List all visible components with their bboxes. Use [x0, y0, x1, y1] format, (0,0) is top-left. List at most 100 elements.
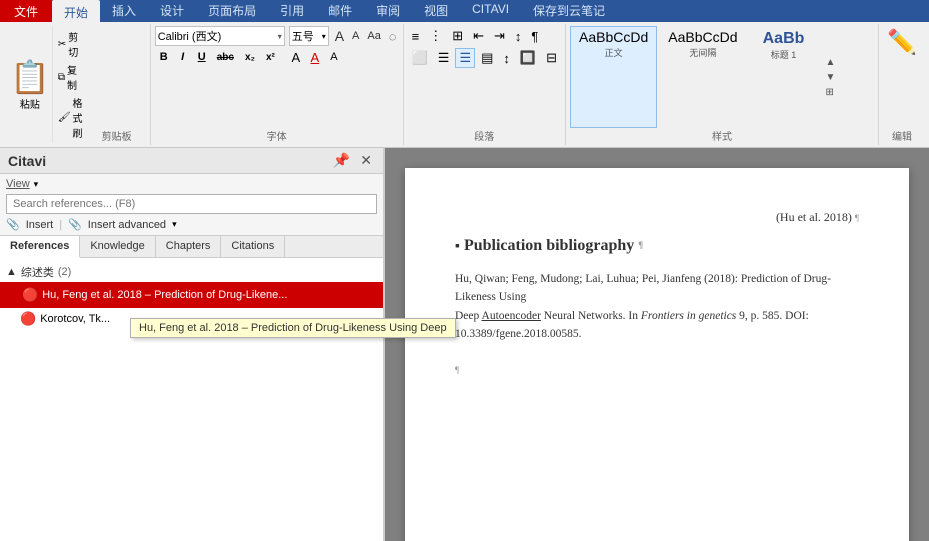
citavi-controls: 📌 ✕: [330, 152, 375, 169]
view-label[interactable]: View: [6, 178, 30, 190]
citavi-header: Citavi 📌 ✕: [0, 148, 383, 174]
empty-para-mark: ¶: [455, 365, 459, 375]
category-row[interactable]: ▲ 综述类 (2): [0, 262, 383, 282]
editing-group: ✏️ 编辑: [879, 24, 925, 145]
tab-citavi[interactable]: CITAVI: [460, 0, 521, 25]
format-painter-button[interactable]: 🖌 格式刷: [55, 94, 86, 141]
font-row2: B I U abc x₂ x² A A A: [155, 48, 399, 66]
copy-button[interactable]: ⧉ 复制: [55, 61, 86, 93]
shading-button[interactable]: A: [325, 48, 343, 66]
paste-icon: 📋: [10, 58, 50, 96]
tab-cloud[interactable]: 保存到云笔记: [521, 0, 617, 25]
para-row1: ≡ ⋮ ⊞ ⇤ ⇥ ↕ ¶: [408, 26, 561, 46]
case-button[interactable]: Aa: [365, 30, 382, 42]
styles-down-icon[interactable]: ▼: [823, 71, 839, 84]
align-justify-button[interactable]: ☰: [455, 48, 475, 68]
document-page[interactable]: (Hu et al. 2018) ¶ Publication bibliogra…: [405, 168, 909, 541]
tab-insert[interactable]: 插入: [100, 0, 148, 25]
borders-button[interactable]: ⊟: [542, 48, 561, 68]
ref-text-1: Korotcov, Tk...: [40, 313, 110, 325]
font-name-dropdown-icon[interactable]: ▾: [278, 32, 282, 41]
citation-line: (Hu et al. 2018) ¶: [455, 208, 859, 226]
tab-view[interactable]: 视图: [412, 0, 460, 25]
insert-adv-dropdown-icon[interactable]: ▾: [172, 219, 177, 230]
view-dropdown-icon[interactable]: ▾: [34, 179, 39, 190]
font-grow-button[interactable]: A: [333, 28, 346, 44]
bullets-button[interactable]: ≡: [408, 27, 424, 46]
underline-button[interactable]: U: [193, 49, 211, 65]
styles-scroll[interactable]: ▲ ▼ ⊞: [821, 26, 841, 128]
style-heading1-label: 标题 1: [771, 48, 797, 61]
subscript-button[interactable]: x₂: [240, 50, 260, 65]
align-right-button[interactable]: ▤: [477, 48, 497, 68]
bold-button[interactable]: B: [155, 49, 173, 65]
style-normal[interactable]: AaBbCcDd 正文: [570, 26, 657, 128]
superscript-button[interactable]: x²: [261, 50, 280, 65]
clipboard-sub: ✂ 剪切 ⧉ 复制 🖌 格式刷: [52, 26, 88, 143]
font-row1: Calibri (西文) ▾ 五号 ▾ A A Aa ◌: [155, 26, 399, 46]
ref-icon-1: 🔴: [20, 311, 36, 327]
clipboard-group: 📋 粘贴 ✂ 剪切 ⧉ 复制 🖌 格式刷 剪贴板: [4, 24, 151, 145]
paste-label: 粘贴: [20, 96, 40, 111]
body-line1: Hu, Qiwan; Feng, Mudong; Lai, Luhua; Pei…: [455, 273, 831, 303]
format-painter-icon: 🖌: [58, 112, 71, 123]
search-input[interactable]: [6, 194, 377, 214]
font-name-selector[interactable]: Calibri (西文) ▾: [155, 26, 285, 46]
increase-indent-button[interactable]: ⇥: [490, 26, 509, 46]
align-left-button[interactable]: ⬜: [408, 48, 432, 68]
ribbon-title-bar: 文件 开始 插入 设计 页面布局 引用 邮件 审阅 视图 CITAVI 保存到云…: [0, 0, 929, 22]
citavi-panel: Citavi 📌 ✕ View ▾ 📎 Insert | 📎 Insert ad…: [0, 148, 385, 541]
tab-mail[interactable]: 邮件: [316, 0, 364, 25]
multilevel-button[interactable]: ⊞: [448, 26, 467, 46]
tab-review[interactable]: 审阅: [364, 0, 412, 25]
tab-references[interactable]: References: [0, 236, 80, 258]
tab-chapters[interactable]: Chapters: [156, 236, 222, 257]
ref-item-0[interactable]: 🔴 Hu, Feng et al. 2018 – Prediction of D…: [0, 282, 383, 308]
doc-empty-para: ¶: [455, 360, 859, 378]
paragraph-group-label: 段落: [408, 128, 561, 143]
tab-knowledge[interactable]: Knowledge: [80, 236, 155, 257]
font-shrink-button[interactable]: A: [350, 30, 361, 42]
tab-start[interactable]: 开始: [52, 0, 100, 25]
sort-button[interactable]: ↕: [511, 27, 526, 46]
reference-tooltip: Hu, Feng et al. 2018 – Prediction of Dru…: [130, 318, 456, 338]
italic-button[interactable]: I: [174, 49, 192, 65]
file-tab[interactable]: 文件: [0, 0, 52, 22]
numbering-button[interactable]: ⋮: [425, 26, 446, 46]
tab-layout[interactable]: 页面布局: [196, 0, 268, 25]
text-highlight-button[interactable]: A: [287, 48, 305, 66]
styles-more-icon[interactable]: ⊞: [823, 86, 839, 99]
font-group: Calibri (西文) ▾ 五号 ▾ A A Aa ◌ B I U abc x…: [151, 24, 404, 145]
strikethrough-button[interactable]: abc: [212, 50, 239, 65]
doc-body: Hu, Qiwan; Feng, Mudong; Lai, Luhua; Pei…: [455, 270, 859, 344]
font-group-label: 字体: [155, 128, 399, 143]
insert-button[interactable]: Insert: [26, 219, 54, 231]
paragraph-mark: ¶: [855, 213, 859, 223]
style-no-space[interactable]: AaBbCcDd 无间隔: [659, 26, 746, 128]
citavi-close-button[interactable]: ✕: [357, 152, 375, 169]
font-size-dropdown-icon[interactable]: ▾: [322, 32, 326, 41]
editing-icon[interactable]: ✏️: [883, 26, 921, 59]
styles-up-icon[interactable]: ▲: [823, 56, 839, 69]
style-heading1[interactable]: AaBb 标题 1: [749, 26, 819, 128]
editing-group-label: 编辑: [892, 128, 912, 143]
tab-design[interactable]: 设计: [148, 0, 196, 25]
decrease-indent-button[interactable]: ⇤: [469, 26, 488, 46]
font-color-button[interactable]: A: [306, 48, 324, 66]
insert-advanced-button[interactable]: Insert advanced: [88, 219, 166, 231]
category-count: (2): [58, 266, 71, 278]
tab-ref[interactable]: 引用: [268, 0, 316, 25]
style-normal-label: 正文: [605, 46, 623, 59]
align-center-button[interactable]: ☰: [434, 48, 454, 68]
cut-button[interactable]: ✂ 剪切: [55, 28, 86, 60]
clear-format-button[interactable]: ◌: [387, 29, 399, 44]
category-expand-icon: ▲: [6, 266, 17, 278]
shading-para-button[interactable]: 🔲: [516, 48, 540, 68]
citavi-pin-button[interactable]: 📌: [330, 152, 353, 169]
para-row2: ⬜ ☰ ☰ ▤ ↕ 🔲 ⊟: [408, 48, 561, 68]
font-size-selector[interactable]: 五号 ▾: [289, 26, 329, 46]
paste-button[interactable]: 📋 粘贴: [8, 26, 52, 143]
line-spacing-button[interactable]: ↕: [499, 49, 514, 68]
show-marks-button[interactable]: ¶: [527, 27, 542, 46]
tab-citations[interactable]: Citations: [221, 236, 285, 257]
